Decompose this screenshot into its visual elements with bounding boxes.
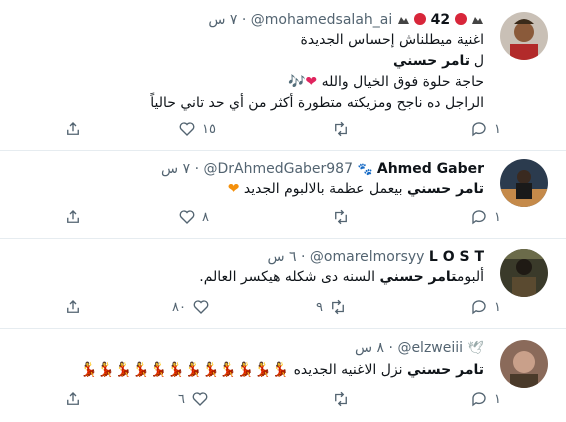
- share-icon: [67, 210, 79, 223]
- share-button[interactable]: [64, 206, 82, 228]
- like-count: ٦: [178, 391, 185, 407]
- tweet-text: نزل الاغنيه الجديده: [293, 362, 403, 378]
- avatar[interactable]: [500, 340, 548, 388]
- reply-count: ١: [494, 391, 501, 407]
- music-notes-icon: 🎶: [287, 74, 306, 90]
- tweet-2[interactable]: Ahmed Gaber 🐾 @DrAhmedGaber987 · ٧ س تام…: [0, 150, 566, 239]
- like-icon: [192, 392, 208, 406]
- mention-bold: تامر حسني: [379, 269, 457, 285]
- tweet-header: 🕊 @elzweiii · ٨ س: [10, 338, 484, 358]
- tweet-3[interactable]: L O S T @omarelmorsyy · ٦ س ألبومتامر حس…: [0, 238, 566, 329]
- heart-emoji-icon: ❤: [305, 74, 318, 90]
- avatar[interactable]: [500, 12, 548, 60]
- timestamp[interactable]: ٨ س: [355, 340, 384, 356]
- like-button[interactable]: ٦: [178, 388, 209, 410]
- tweet-text: اغنية ميطلناش إحساس الجديدة: [300, 32, 484, 48]
- share-icon: [67, 392, 79, 405]
- tweet-actions: ١ ١٥: [0, 118, 566, 140]
- handle[interactable]: @elzweiii: [397, 340, 463, 356]
- reply-icon: [472, 300, 486, 315]
- reply-icon: [472, 122, 486, 137]
- tweet-text: حاجة حلوة فوق الخيال والله: [321, 74, 484, 90]
- goat-icon: [397, 11, 410, 24]
- like-button[interactable]: ١٥: [178, 118, 216, 140]
- goat-icon: [471, 11, 484, 24]
- handle[interactable]: @mohamedsalah_ai: [251, 12, 392, 28]
- avatar[interactable]: [500, 249, 548, 297]
- display-name[interactable]: Ahmed Gaber: [377, 161, 484, 177]
- like-count: ٨: [202, 209, 209, 225]
- tweet-4[interactable]: 🕊 @elzweiii · ٨ س تامر حسني نزل الاغنيه …: [0, 328, 566, 422]
- like-count: ٨٠: [172, 299, 186, 315]
- retweet-button[interactable]: [332, 118, 356, 140]
- dancer-emoji-icon: 💃💃💃💃💃💃💃💃💃💃💃💃: [79, 362, 290, 378]
- share-button[interactable]: [64, 118, 82, 140]
- tweet-text-line: تامر حسني نزل الاغنيه الجديده 💃💃💃💃💃💃💃💃💃💃…: [10, 360, 484, 381]
- tweet-1[interactable]: 42 @mohamedsalah_ai · ٧ س اغنية ميطلناش …: [0, 0, 566, 151]
- like-button[interactable]: ٨٠: [172, 296, 210, 318]
- separator-dot: ·: [388, 340, 393, 356]
- reply-button[interactable]: ١: [470, 296, 501, 318]
- avatar[interactable]: [500, 159, 548, 207]
- tweet-header: Ahmed Gaber 🐾 @DrAhmedGaber987 · ٧ س: [10, 159, 484, 179]
- reply-count: ١: [494, 299, 501, 315]
- like-icon: [179, 122, 195, 136]
- tweet-text: الراجل ده ناجح ومزيكته متطورة أكثر من أي…: [150, 95, 484, 111]
- like-icon: [193, 300, 209, 314]
- tweet-actions: ١ ٩ ٨٠: [0, 296, 566, 318]
- retweet-button[interactable]: [332, 206, 356, 228]
- timestamp[interactable]: ٦ س: [267, 249, 296, 265]
- tweet-text: بيعمل عظمة بالالبوم الجديد: [243, 181, 403, 197]
- separator-dot: ·: [241, 12, 247, 28]
- reply-button[interactable]: ١: [470, 388, 501, 410]
- retweet-icon: [335, 391, 347, 407]
- dove-icon: 🕊: [467, 341, 484, 356]
- tweet-text-line: حاجة حلوة فوق الخيال والله ❤🎶: [10, 72, 484, 93]
- reply-icon: [472, 392, 486, 407]
- mention-bold: تامر حسني: [393, 53, 470, 69]
- tweet-actions: ١ ٨: [0, 206, 566, 228]
- reply-count: ١: [494, 209, 501, 225]
- retweet-icon: [332, 299, 344, 315]
- reply-icon: [472, 210, 486, 225]
- handle[interactable]: @DrAhmedGaber987: [203, 161, 353, 177]
- timestamp[interactable]: ٧ س: [161, 161, 190, 177]
- tweet-text-line: ألبومتامر حسني السنه دى شكله هيكسر العال…: [10, 267, 484, 288]
- tweet-header: 42 @mohamedsalah_ai · ٧ س: [10, 10, 484, 30]
- mention-bold: تامر حسني: [407, 181, 484, 197]
- mention-bold: تامر حسني: [407, 362, 484, 378]
- red-circle-icon: [454, 13, 467, 25]
- retweet-button[interactable]: [332, 388, 356, 410]
- tweet-text-line: تامر حسني بيعمل عظمة بالالبوم الجديد ❤: [10, 179, 484, 200]
- retweet-icon: [335, 121, 347, 137]
- reply-count: ١: [494, 121, 501, 137]
- share-button[interactable]: [64, 296, 82, 318]
- handle[interactable]: @omarelmorsyy: [310, 249, 425, 265]
- display-name[interactable]: 42: [431, 12, 450, 28]
- reply-button[interactable]: ١: [470, 118, 501, 140]
- retweet-icon: [335, 209, 347, 225]
- tweet-text: ألبوم: [456, 269, 484, 285]
- retweet-count: ٩: [316, 299, 323, 315]
- display-name[interactable]: L O S T: [429, 249, 484, 265]
- like-icon: [179, 210, 195, 224]
- separator-dot: ·: [194, 161, 200, 177]
- orange-heart-icon: ❤: [227, 181, 240, 197]
- timestamp[interactable]: ٧ س: [208, 12, 237, 28]
- retweet-button[interactable]: ٩: [316, 296, 347, 318]
- tweet-header: L O S T @omarelmorsyy · ٦ س: [10, 247, 484, 267]
- pet-icon: 🐾: [357, 162, 373, 176]
- tweet-text: السنه دى شكله هيكسر العالم.: [199, 269, 375, 285]
- reply-button[interactable]: ١: [470, 206, 501, 228]
- like-button[interactable]: ٨: [178, 206, 209, 228]
- like-count: ١٥: [202, 121, 216, 137]
- share-icon: [67, 122, 79, 135]
- tweet-actions: ١ ٦: [0, 388, 566, 410]
- share-button[interactable]: [64, 388, 82, 410]
- separator-dot: ·: [301, 249, 306, 265]
- red-circle-icon: [414, 13, 427, 25]
- share-icon: [67, 300, 79, 313]
